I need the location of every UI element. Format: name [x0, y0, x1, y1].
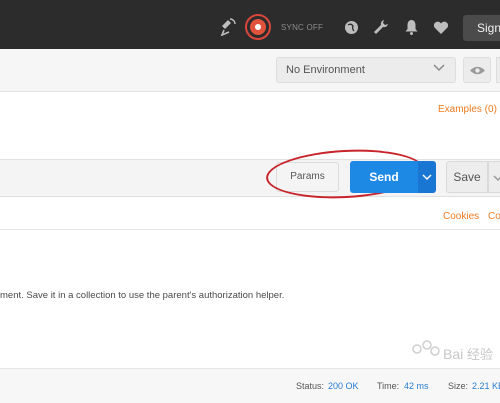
send-button[interactable]: Send — [350, 161, 418, 193]
send-options-button[interactable] — [418, 161, 436, 193]
time-label: Time: — [377, 381, 400, 391]
environment-select-value: No Environment — [286, 64, 365, 76]
chevron-down-icon — [493, 175, 500, 182]
size-label: Size: — [448, 381, 469, 391]
save-button[interactable]: Save — [446, 161, 488, 193]
chevron-down-icon — [422, 174, 432, 181]
examples-link[interactable]: Examples (0) — [438, 104, 497, 115]
chevron-down-icon[interactable] — [433, 63, 445, 73]
satellite-icon[interactable] — [220, 18, 236, 36]
params-button[interactable]: Params — [276, 162, 339, 192]
code-link[interactable]: Co — [488, 211, 500, 222]
authorization-info-text: ment. Save it in a collection to use the… — [0, 290, 285, 301]
cookies-link[interactable]: Cookies — [443, 211, 479, 222]
svg-text:经验: 经验 — [467, 347, 493, 363]
sync-status-label: SYNC OFF — [281, 23, 324, 32]
environment-quick-look-button[interactable] — [463, 57, 491, 83]
sign-in-button[interactable]: Sign — [463, 15, 500, 41]
manage-environments-button[interactable] — [496, 57, 500, 83]
time-value[interactable]: 42 ms — [404, 381, 429, 391]
save-options-button[interactable] — [488, 161, 500, 193]
eye-icon — [470, 66, 485, 75]
status-label: Status: — [296, 381, 325, 391]
section-divider — [0, 229, 500, 230]
status-value[interactable]: 200 OK — [328, 381, 359, 391]
size-value[interactable]: 2.21 KB — [472, 381, 500, 391]
svg-text:Bai: Bai — [443, 346, 463, 362]
request-url-input[interactable] — [0, 160, 262, 196]
globe-icon[interactable] — [344, 20, 359, 35]
sync-icon[interactable] — [250, 19, 266, 35]
wrench-icon[interactable] — [373, 19, 389, 35]
bell-icon[interactable] — [405, 19, 418, 35]
heart-icon[interactable] — [433, 21, 449, 35]
